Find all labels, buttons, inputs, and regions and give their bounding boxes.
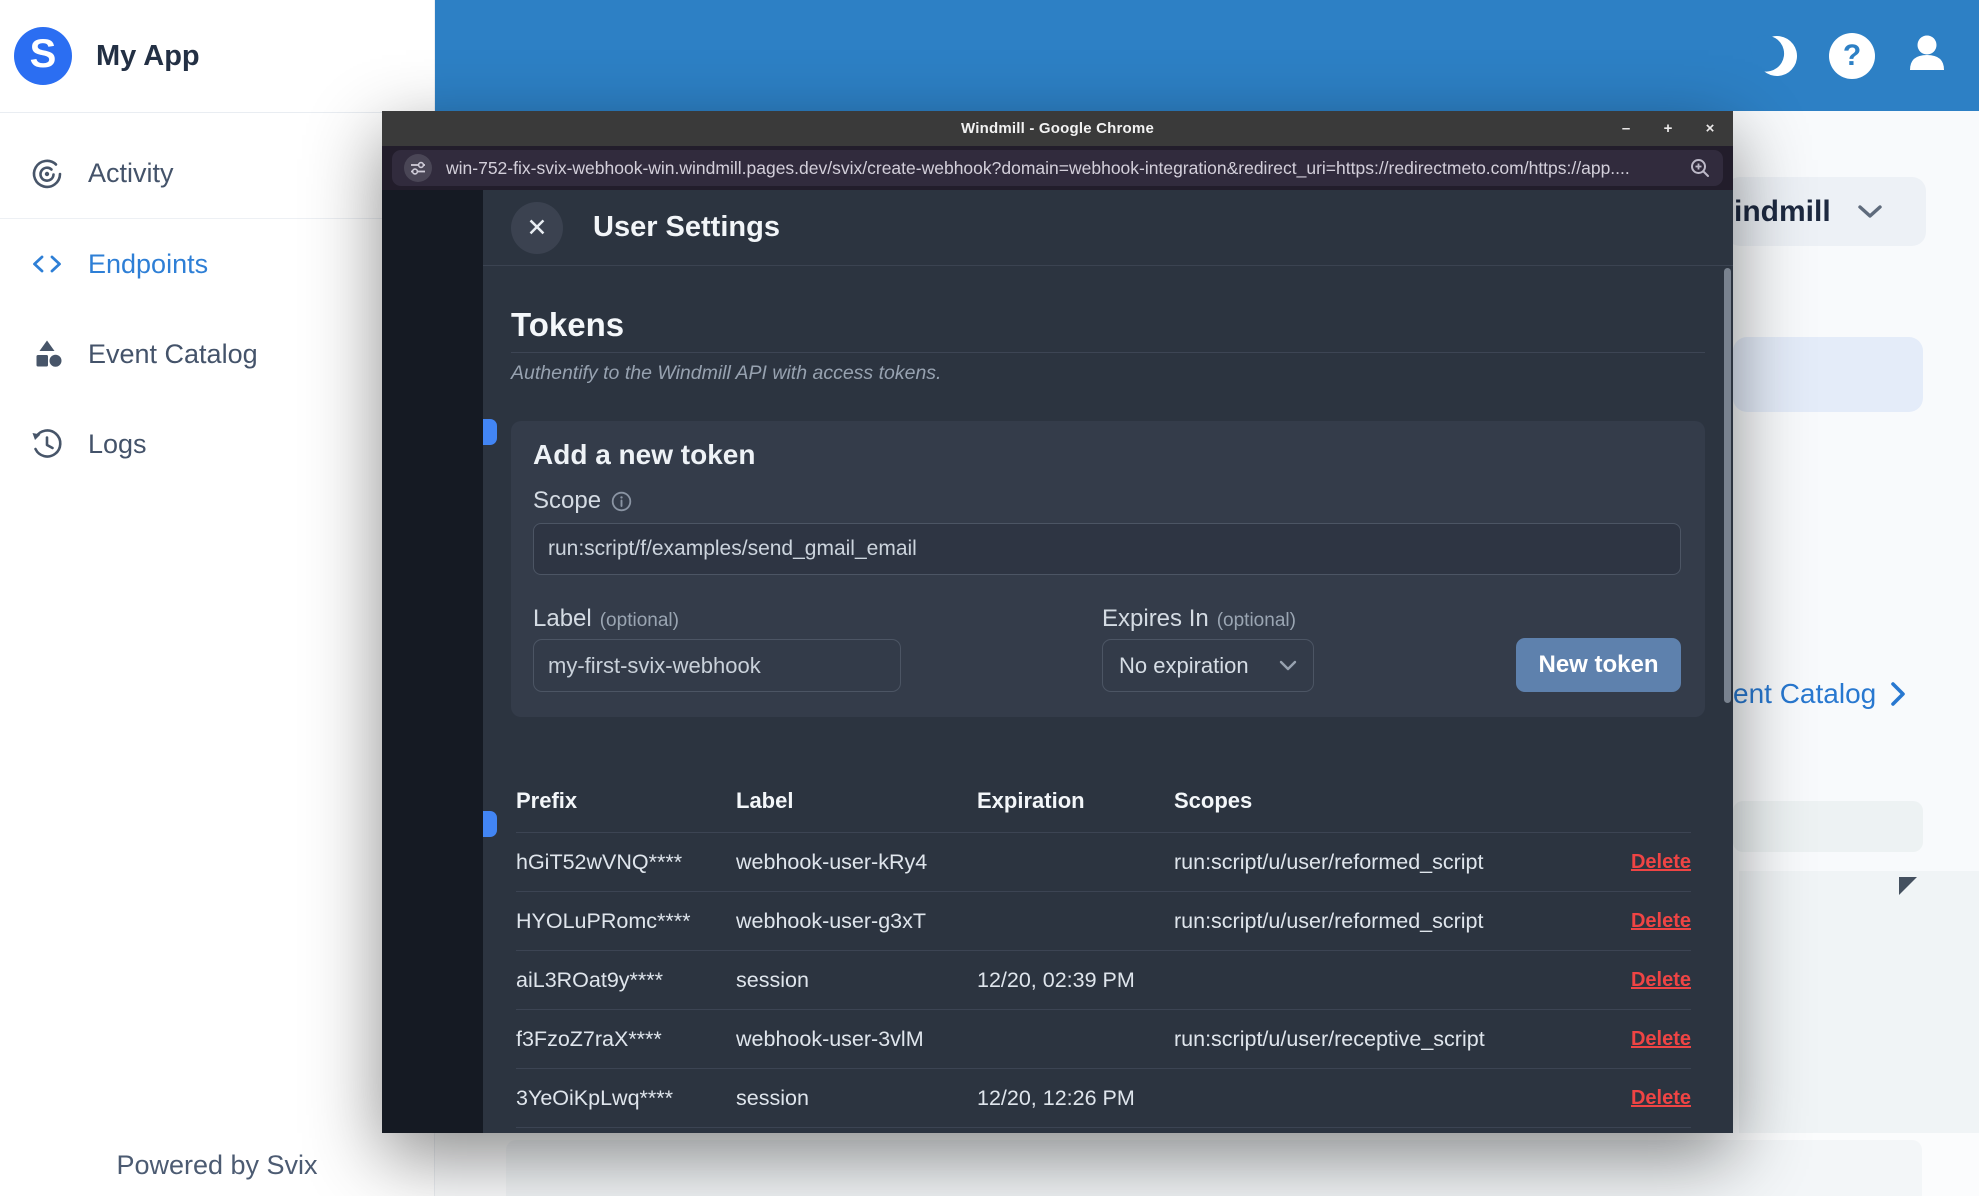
cell-prefix: 3YeOiKpLwq****: [516, 1085, 673, 1110]
workspace-name: indmill: [1734, 194, 1831, 228]
cell-prefix: HYOLuPRomc****: [516, 908, 691, 933]
close-window-button[interactable]: ×: [1701, 120, 1719, 137]
new-token-button[interactable]: New token: [1516, 638, 1681, 692]
background-bottom-panel: [506, 1140, 1922, 1196]
table-header-row: Prefix Label Expiration Scopes: [516, 769, 1691, 833]
chevron-down-icon: [1857, 205, 1882, 218]
shapes-icon: [36, 340, 62, 367]
chevron-down-icon: [1279, 660, 1297, 671]
cell-expiration: 12/20, 02:39 PM: [977, 967, 1135, 992]
close-icon[interactable]: ✕: [511, 201, 563, 254]
chevron-right-icon: [1891, 682, 1906, 706]
expires-label: Expires In: [1102, 605, 1209, 632]
delete-link[interactable]: Delete: [1554, 969, 1691, 992]
dimmed-page-strip: [382, 190, 483, 1133]
delete-link[interactable]: Delete: [1554, 1087, 1691, 1110]
info-icon[interactable]: [611, 491, 632, 512]
cell-label: webhook-user-g3xT: [736, 908, 927, 933]
tokens-heading: Tokens: [511, 306, 1705, 353]
window-title: Windmill - Google Chrome: [961, 120, 1154, 137]
header-scopes: Scopes: [1174, 787, 1253, 813]
dark-mode-moon-icon[interactable]: [1748, 26, 1806, 84]
table-row: HYOLuPRomc**** webhook-user-g3xT run:scrip…: [516, 892, 1691, 951]
expires-optional: (optional): [1216, 610, 1296, 631]
background-highlight-row: [1733, 337, 1923, 412]
window-titlebar[interactable]: Windmill - Google Chrome – + ×: [382, 111, 1733, 146]
user-profile-icon[interactable]: [1903, 29, 1951, 82]
history-clock-icon: [32, 429, 62, 458]
header-prefix: Prefix: [516, 787, 578, 813]
url-text: win-752-fix-svix-webhook-win.windmill.pa…: [446, 157, 1630, 178]
tokens-subheading: Authentify to the Windmill API with acce…: [511, 362, 942, 384]
cell-scopes: run:script/u/user/reformed_script: [1174, 908, 1484, 933]
background-button-fragment: [483, 419, 497, 445]
cell-label: webhook-user-3vlM: [736, 1026, 924, 1051]
label-input[interactable]: my-first-svix-webhook: [533, 639, 901, 692]
expires-select[interactable]: No expiration: [1102, 639, 1314, 692]
cell-prefix: f3FzoZ7raX****: [516, 1026, 662, 1051]
browser-toolbar: win-752-fix-svix-webhook-win.windmill.pa…: [382, 146, 1733, 190]
scope-label: Scope: [533, 487, 602, 514]
header-expiration: Expiration: [977, 787, 1085, 813]
sidebar-item-logs[interactable]: Logs: [0, 399, 434, 489]
delete-link[interactable]: Delete: [1554, 910, 1691, 933]
user-settings-modal: ✕ User Settings Tokens Authentify to the…: [483, 190, 1733, 1133]
label-label: Label: [533, 605, 592, 632]
sidebar-item-event-catalog[interactable]: Event Catalog: [0, 309, 434, 399]
delete-link[interactable]: Delete: [1554, 1028, 1691, 1051]
tokens-table: Prefix Label Expiration Scopes hGiT52wVN…: [516, 769, 1691, 1128]
table-row: 3YeOiKpLwq**** session 12/20, 12:26 PM Dele…: [516, 1069, 1691, 1128]
activity-icon: [32, 159, 62, 188]
modal-header: ✕ User Settings: [483, 190, 1733, 266]
cell-expiration: 12/20, 12:26 PM: [977, 1085, 1135, 1110]
table-row: aiL3ROat9y**** session 12/20, 02:39 PM Dele…: [516, 951, 1691, 1010]
add-token-card: Add a new token Scope run:script/f/examp…: [511, 421, 1705, 717]
label-optional: (optional): [599, 610, 679, 631]
app-topbar: ?: [435, 0, 1979, 111]
cell-label: session: [736, 967, 809, 992]
background-row: [1733, 801, 1923, 852]
cell-scopes: run:script/u/user/receptive_script: [1174, 1026, 1485, 1051]
table-row: f3FzoZ7raX**** webhook-user-3vlM run:scrip…: [516, 1010, 1691, 1069]
workspace-dropdown[interactable]: indmill: [1726, 177, 1926, 246]
cell-label: session: [736, 1085, 809, 1110]
help-icon[interactable]: ?: [1829, 32, 1875, 79]
chrome-window: Windmill - Google Chrome – + × win-752-f…: [382, 111, 1733, 1133]
sidebar-item-endpoints[interactable]: Endpoints: [0, 219, 434, 309]
cell-label: webhook-user-kRy4: [736, 849, 928, 874]
cell-prefix: aiL3ROat9y****: [516, 967, 664, 992]
sidebar-item-activity[interactable]: Activity: [0, 129, 434, 219]
minimize-button[interactable]: –: [1617, 120, 1635, 137]
cell-prefix: hGiT52wVNQ****: [516, 849, 683, 874]
background-button-fragment: [483, 811, 497, 837]
table-row: hGiT52wVNQ**** webhook-user-kRy4 run:scrip…: [516, 833, 1691, 892]
header-label: Label: [736, 787, 794, 813]
panel-corner-marker: [1899, 877, 1917, 895]
svix-logo: S: [14, 27, 72, 85]
address-bar[interactable]: win-752-fix-svix-webhook-win.windmill.pa…: [392, 150, 1723, 186]
app-sidebar: S My App Activity Endpoints Event Catalo…: [0, 0, 435, 1196]
expires-value: No expiration: [1119, 652, 1249, 678]
modal-title: User Settings: [593, 211, 780, 243]
app-title: My App: [96, 39, 200, 72]
delete-link[interactable]: Delete: [1554, 851, 1691, 874]
scope-input[interactable]: run:script/f/examples/send_gmail_email: [533, 523, 1681, 575]
site-settings-icon[interactable]: [404, 154, 432, 182]
powered-by-svix: Powered by Svix: [116, 1150, 318, 1180]
app-brand: S My App: [0, 0, 434, 113]
code-icon: [33, 255, 61, 273]
modal-scrollbar[interactable]: [1724, 268, 1731, 703]
cell-scopes: run:script/u/user/reformed_script: [1174, 849, 1484, 874]
zoom-icon[interactable]: [1689, 157, 1711, 179]
maximize-button[interactable]: +: [1659, 120, 1677, 137]
event-catalog-link[interactable]: ent Catalog: [1733, 678, 1906, 710]
add-token-heading: Add a new token: [533, 439, 756, 470]
